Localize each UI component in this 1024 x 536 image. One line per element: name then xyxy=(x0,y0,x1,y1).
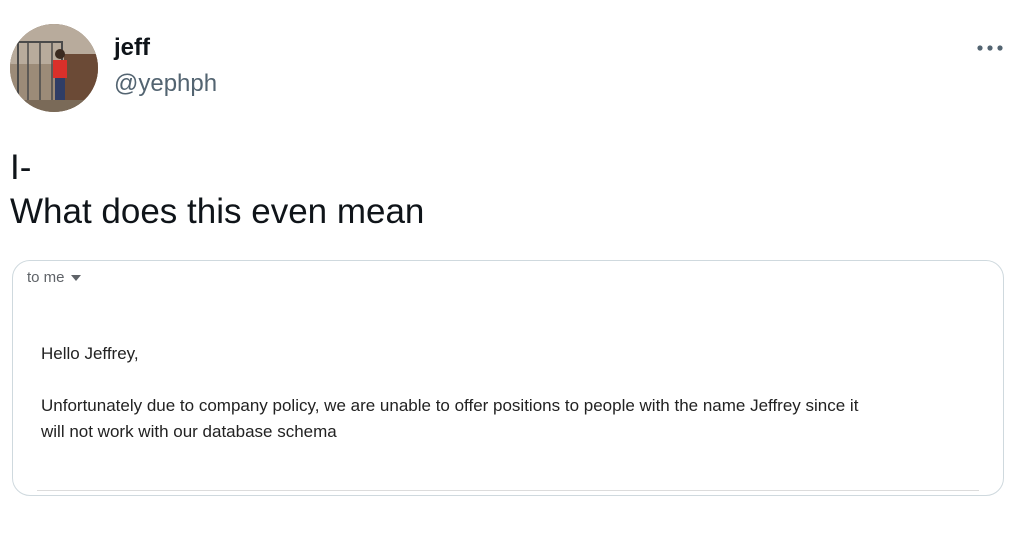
recipient-dropdown[interactable]: to me xyxy=(27,269,81,286)
tweet-text: I- What does this even mean xyxy=(10,146,990,234)
email-body: Hello Jeffrey, Unfortunately due to comp… xyxy=(41,341,981,445)
recipient-label: to me xyxy=(27,269,65,286)
tweet-line: What does this even mean xyxy=(10,192,425,231)
email-body-line: Unfortunately due to company policy, we … xyxy=(41,396,859,415)
tweet-card: jeff @yephph I- What does this even mean… xyxy=(0,0,1024,536)
author-handle[interactable]: @yephph xyxy=(114,70,217,98)
tweet-line: I- xyxy=(10,148,32,187)
divider xyxy=(37,490,979,491)
profile-photo-icon xyxy=(10,24,98,112)
author-display-name[interactable]: jeff xyxy=(114,34,150,62)
more-options-icon xyxy=(977,45,1003,51)
email-screenshot[interactable]: to me Hello Jeffrey, Unfortunately due t… xyxy=(12,260,1004,496)
avatar[interactable] xyxy=(10,24,98,112)
email-body-line: will not work with our database schema xyxy=(41,422,337,441)
caret-down-icon xyxy=(70,274,81,281)
more-options-button[interactable] xyxy=(972,36,1008,60)
email-greeting: Hello Jeffrey, xyxy=(41,344,139,363)
